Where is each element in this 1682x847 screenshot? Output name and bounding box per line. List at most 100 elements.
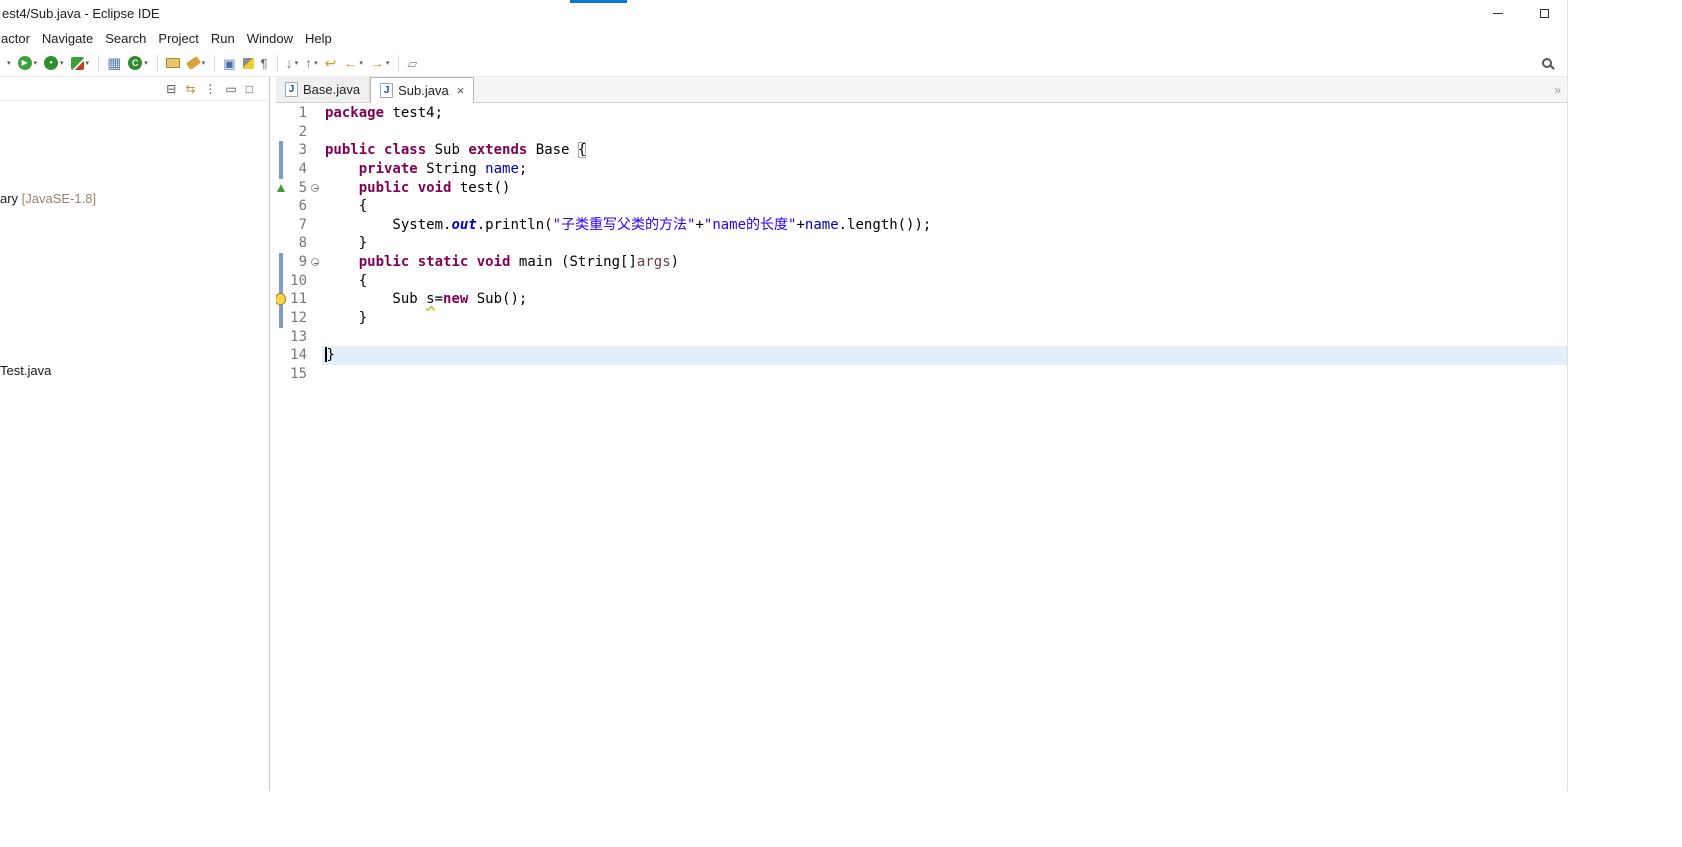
annotation-ruler-cell[interactable] <box>276 290 287 310</box>
dropdown-caret-icon[interactable]: ▾ <box>359 59 363 67</box>
dropdown-caret-icon[interactable]: ▾ <box>86 59 90 67</box>
code-line[interactable]: 6 { <box>276 197 1567 216</box>
search-flashlight-button[interactable]: ▾ <box>184 52 209 74</box>
annotation-ruler-cell[interactable] <box>276 234 287 253</box>
annotation-ruler-cell[interactable] <box>276 141 287 160</box>
code-text[interactable]: public void test() <box>322 179 1567 198</box>
code-line[interactable]: 10 { <box>276 271 1567 291</box>
explorer-item-test-java[interactable]: Test.java <box>0 363 51 378</box>
last-edit-location-button[interactable]: ↩ <box>322 52 340 74</box>
code-line[interactable]: 3 public class Sub extends Base { <box>276 141 1567 160</box>
menu-item-search[interactable]: Search <box>99 29 152 48</box>
dropdown-caret-icon[interactable]: ▾ <box>7 59 11 67</box>
code-text[interactable]: { <box>322 197 1567 216</box>
code-text[interactable]: System.out.println("子类重写父类的方法"+"name的长度"… <box>322 216 1567 235</box>
forward-button[interactable]: → ▾ <box>367 52 393 74</box>
annotation-ruler-cell[interactable] <box>276 197 287 216</box>
annotation-ruler-cell[interactable] <box>276 346 287 365</box>
warning-lightbulb-icon[interactable] <box>276 293 286 306</box>
annotation-ruler-cell[interactable] <box>276 309 287 328</box>
dropdown-caret-icon[interactable]: ▾ <box>34 59 38 67</box>
code-text[interactable]: public static void main (String[]args) <box>322 253 1567 272</box>
previous-annotation-button[interactable]: ↑ ▾ <box>302 52 321 74</box>
code-text[interactable]: { <box>322 272 1567 291</box>
code-line[interactable]: 8 } <box>276 234 1567 253</box>
next-annotation-icon: ↓ <box>285 55 293 71</box>
tab-sub-java[interactable]: J Sub.java × <box>370 77 475 103</box>
annotation-ruler-cell[interactable] <box>276 365 287 384</box>
tab-overflow-chevron-icon[interactable]: » <box>1554 83 1561 97</box>
code-line[interactable]: 2 <box>276 123 1567 142</box>
code-line[interactable]: 15 <box>276 365 1567 384</box>
annotation-ruler-cell[interactable] <box>276 123 287 142</box>
dropdown-caret-icon[interactable]: ▾ <box>60 59 64 67</box>
show-whitespace-button[interactable]: ¶ <box>258 52 271 74</box>
code-text[interactable]: private String name; <box>322 160 1567 179</box>
code-text[interactable]: } <box>322 346 1567 365</box>
fold-collapse-icon[interactable] <box>309 179 322 198</box>
code-text[interactable] <box>322 365 1567 384</box>
open-task-button[interactable]: ▣ <box>220 52 238 74</box>
menu-item-actor[interactable]: actor <box>0 29 36 48</box>
code-line[interactable]: 1 package test4; <box>276 104 1567 123</box>
code-editor[interactable]: 1 package test4; 2 3 public class Sub extend… <box>276 103 1567 791</box>
pin-editor-button[interactable]: ▱ <box>404 52 420 74</box>
close-tab-icon[interactable]: × <box>457 83 465 98</box>
code-line[interactable]: 7 System.out.println("子类重写父类的方法"+"name的长… <box>276 216 1567 235</box>
minimize-button[interactable] <box>1475 0 1521 27</box>
new-java-project-button[interactable]: ▦ <box>104 52 124 74</box>
maximize-button[interactable] <box>1521 0 1567 27</box>
menu-item-run[interactable]: Run <box>205 29 241 48</box>
explorer-item-jre-library[interactable]: ary [JavaSE-1.8] <box>0 191 96 206</box>
new-class-button[interactable]: C ▾ <box>125 52 151 74</box>
dropdown-caret-icon[interactable]: ▾ <box>144 59 148 67</box>
annotation-ruler-cell[interactable] <box>276 216 287 235</box>
menu-item-navigate[interactable]: Navigate <box>36 29 99 48</box>
code-text[interactable] <box>322 123 1567 142</box>
fold-collapse-icon[interactable] <box>309 253 322 272</box>
link-with-editor-icon[interactable]: ⇆ <box>185 83 195 95</box>
maximize-view-icon[interactable]: □ <box>246 83 253 95</box>
code-line[interactable]: 9 public static void main (String[]args) <box>276 253 1567 272</box>
dropdown-caret-icon[interactable]: ▾ <box>314 59 318 67</box>
code-line[interactable]: 11 Sub s=new Sub(); <box>276 290 1567 310</box>
code-line[interactable]: 13 <box>276 328 1567 347</box>
menu-item-project[interactable]: Project <box>152 29 204 48</box>
run-button[interactable]: ▶ ▾ <box>15 52 41 74</box>
import-folder-button[interactable] <box>163 52 183 74</box>
code-text[interactable]: Sub s=new Sub(); <box>322 290 1567 309</box>
debug-button[interactable]: ● ▾ <box>41 52 67 74</box>
code-line[interactable]: 4 private String name; <box>276 159 1567 179</box>
toolbar-overflow-caret[interactable]: ▾ <box>2 52 14 74</box>
window-controls <box>1475 0 1567 27</box>
annotation-ruler-cell[interactable] <box>276 328 287 347</box>
dropdown-caret-icon[interactable]: ▾ <box>202 59 206 67</box>
view-menu-icon[interactable]: ⋮ <box>204 83 216 95</box>
collapse-all-icon[interactable]: ⊟ <box>166 83 176 95</box>
minimize-view-icon[interactable]: ▭ <box>225 83 236 95</box>
code-text[interactable] <box>322 328 1567 347</box>
search-icon[interactable] <box>1539 52 1560 74</box>
tab-base-java[interactable]: J Base.java <box>276 76 371 102</box>
code-line[interactable]: 14} <box>276 346 1567 365</box>
code-text[interactable]: } <box>322 234 1567 253</box>
code-text[interactable]: public class Sub extends Base { <box>322 141 1567 160</box>
code-text[interactable]: package test4; <box>322 104 1567 123</box>
back-button[interactable]: ← ▾ <box>340 52 366 74</box>
dropdown-caret-icon[interactable]: ▾ <box>295 59 299 67</box>
next-annotation-button[interactable]: ↓ ▾ <box>283 52 302 74</box>
menu-item-help[interactable]: Help <box>299 29 338 48</box>
run-icon: ▶ <box>17 56 32 70</box>
coverage-button[interactable]: ▾ <box>68 52 93 74</box>
code-text[interactable]: } <box>322 309 1567 328</box>
annotation-ruler-cell[interactable] <box>276 253 287 272</box>
code-line[interactable]: 5 public void test() <box>276 179 1567 198</box>
annotation-ruler-cell[interactable] <box>276 159 287 179</box>
dropdown-caret-icon[interactable]: ▾ <box>386 59 390 67</box>
annotation-ruler-cell[interactable] <box>276 104 287 123</box>
code-line[interactable]: 12 } <box>276 309 1567 328</box>
mark-occurrences-button[interactable] <box>240 52 257 74</box>
annotation-ruler-cell[interactable] <box>276 271 287 291</box>
annotation-ruler-cell[interactable] <box>276 179 287 198</box>
menu-item-window[interactable]: Window <box>241 29 299 48</box>
